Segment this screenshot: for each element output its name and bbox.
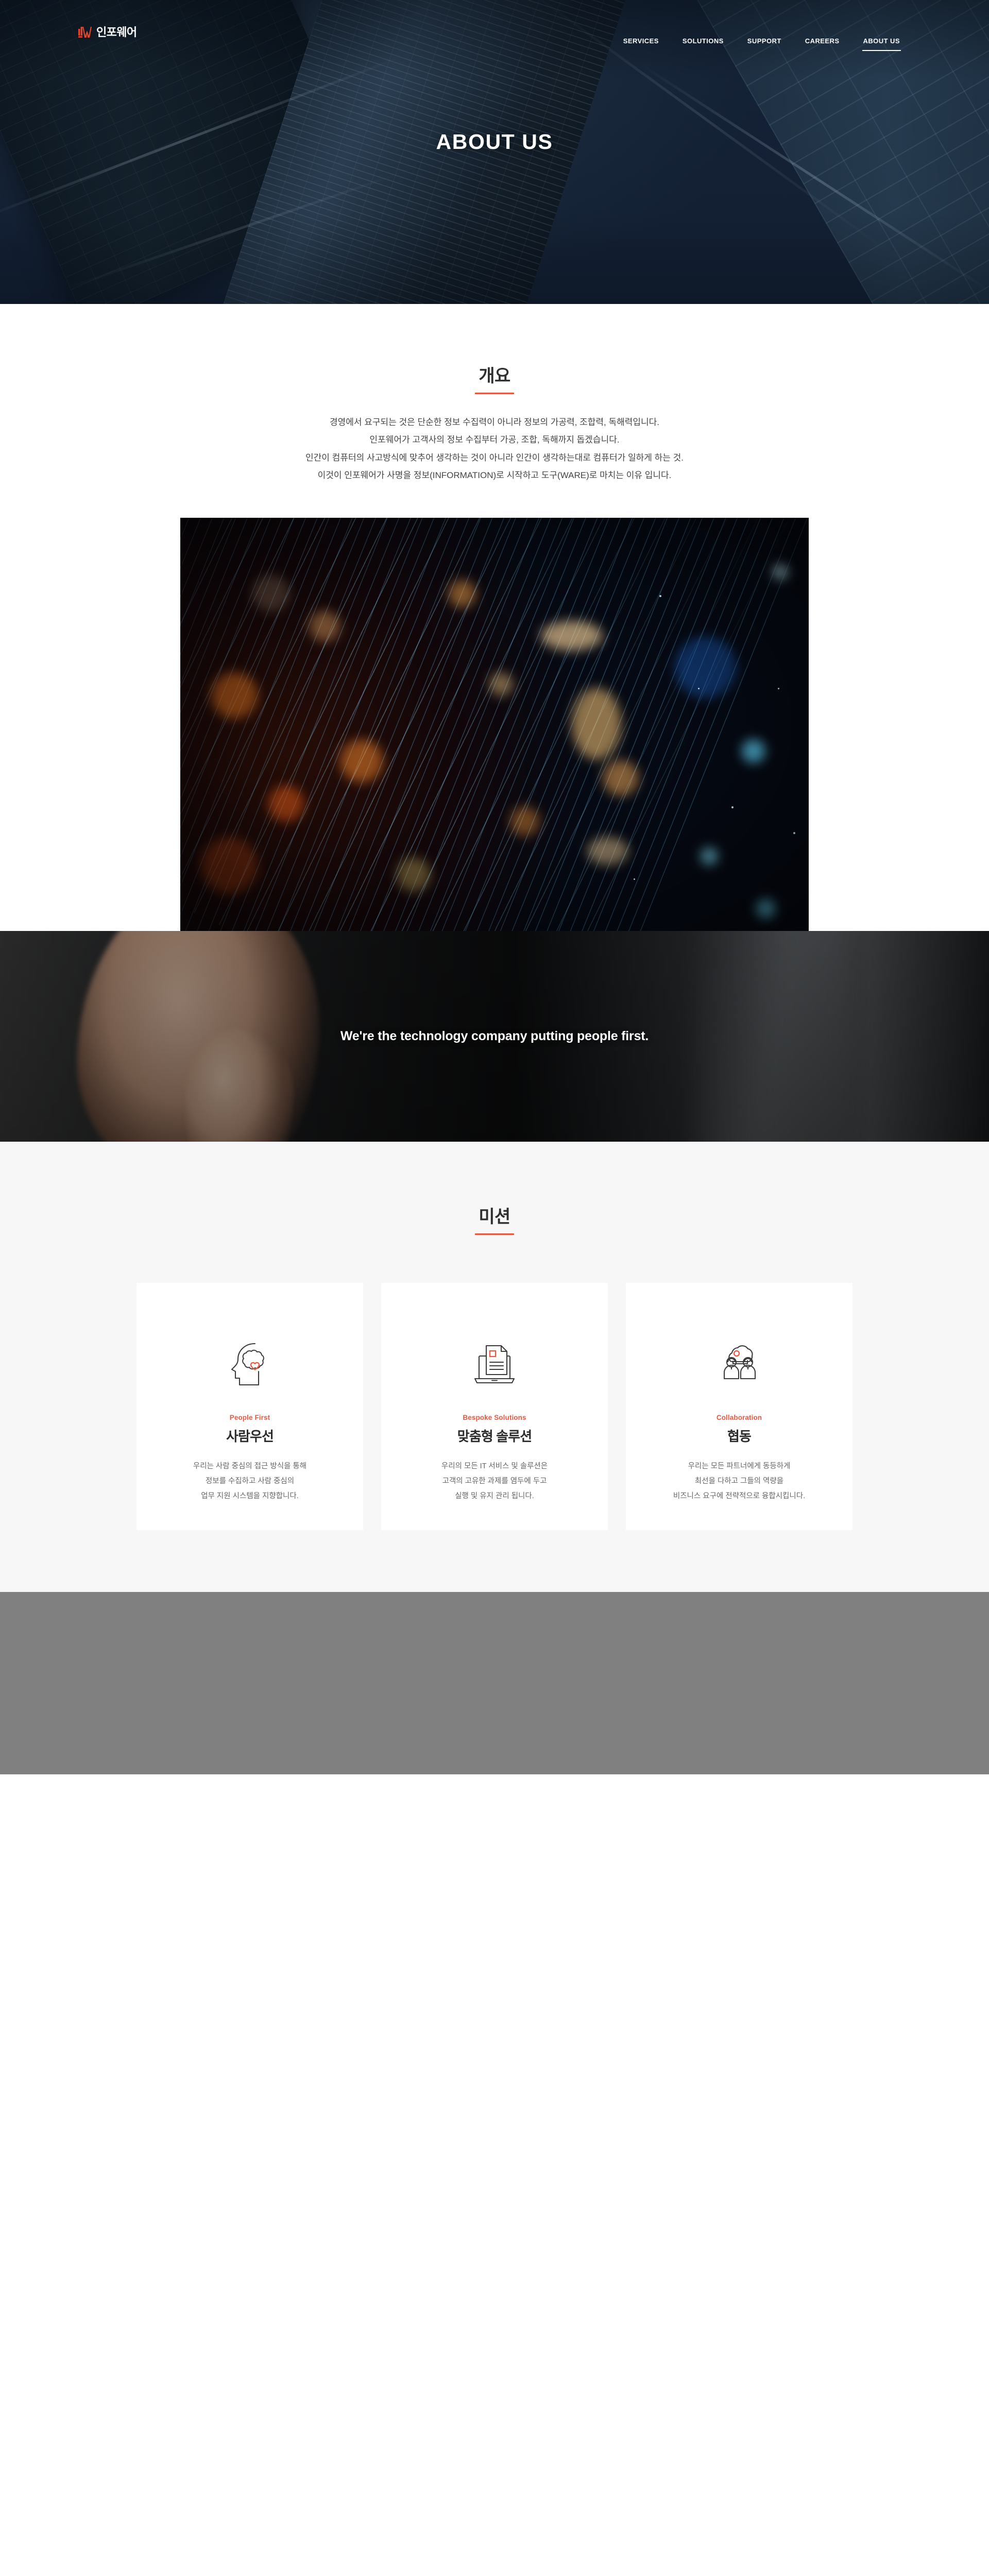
brand-name: 인포웨어 xyxy=(96,25,137,39)
mission-heading-block: 미션 xyxy=(0,1207,989,1235)
laptop-document-icon xyxy=(474,1345,515,1383)
head-brain-heart-icon xyxy=(231,1343,264,1385)
overview-line-1: 경영에서 요구되는 것은 단순한 정보 수집력이 아니라 정보의 가공력, 조합… xyxy=(329,417,660,427)
card-desc-line: 정보를 수집하고 사람 중심의 xyxy=(205,1477,295,1485)
iw-logo-icon xyxy=(78,27,92,38)
card-desc-line: 최선을 다하고 그들의 역량을 xyxy=(694,1477,784,1485)
mission-card-people-first[interactable]: People First 사람우선 우리는 사람 중심의 접근 방식을 통해 정… xyxy=(137,1282,363,1530)
overview-line-2: 인포웨어가 고객사의 정보 수집부터 가공, 조합, 독해까지 돕겠습니다. xyxy=(369,435,620,445)
hero-section: 인포웨어 SERVICES SOLUTIONS SUPPORT CAREERS … xyxy=(0,0,989,304)
overview-section: 개요 경영에서 요구되는 것은 단순한 정보 수집력이 아니라 정보의 가공력,… xyxy=(0,304,989,931)
nav-item-solutions[interactable]: SOLUTIONS xyxy=(671,37,736,45)
mission-card-en-label: Bespoke Solutions xyxy=(463,1413,526,1421)
card-desc-line: 고객의 고유한 과제를 염두에 두고 xyxy=(442,1477,547,1485)
card-desc-line: 업무 지원 시스템을 지향합니다. xyxy=(201,1492,299,1501)
overview-image-wrapper xyxy=(0,517,989,931)
overview-heading-block: 개요 xyxy=(0,366,989,394)
card-desc-line: 우리는 모든 파트너에게 동등하게 xyxy=(688,1462,791,1470)
site-footer: 인포웨어 인포웨어 / 영업,지원 : info@infoware.kr / 세… xyxy=(0,1591,989,1774)
card-desc-line: 우리의 모든 IT 서비스 및 솔루션은 xyxy=(441,1462,548,1470)
mission-card-description: 우리의 모든 IT 서비스 및 솔루션은 고객의 고유한 과제를 염두에 두고 … xyxy=(441,1459,548,1504)
page-title: ABOUT US xyxy=(436,130,553,154)
mission-card-description: 우리는 사람 중심의 접근 방식을 통해 정보를 수집하고 사람 중심의 업무 … xyxy=(193,1459,306,1504)
site-header: 인포웨어 SERVICES SOLUTIONS SUPPORT CAREERS … xyxy=(0,0,989,51)
mission-card-bespoke-solutions[interactable]: Bespoke Solutions 맞춤형 솔루션 우리의 모든 IT 서비스 … xyxy=(381,1282,608,1530)
mission-card-ko-title: 맞춤형 솔루션 xyxy=(457,1428,532,1444)
mission-cards: People First 사람우선 우리는 사람 중심의 접근 방식을 통해 정… xyxy=(137,1282,852,1530)
mission-card-ko-title: 사람우선 xyxy=(226,1428,274,1444)
people-first-banner: We're the technology company putting peo… xyxy=(0,930,989,1142)
main-navigation: SERVICES SOLUTIONS SUPPORT CAREERS ABOUT… xyxy=(611,37,912,51)
card-desc-line: 실행 및 유지 관리 됩니다. xyxy=(455,1492,534,1501)
mission-card-collaboration[interactable]: Collaboration 협동 우리는 모든 파트너에게 동등하게 최선을 다… xyxy=(626,1282,852,1530)
logo[interactable]: 인포웨어 xyxy=(78,26,137,39)
nav-item-services[interactable]: SERVICES xyxy=(611,37,671,45)
mission-card-en-label: Collaboration xyxy=(716,1413,762,1421)
nav-item-careers[interactable]: CAREERS xyxy=(793,37,851,45)
abstract-data-network-image xyxy=(180,517,809,931)
two-people-cloud-icon xyxy=(723,1345,756,1379)
mission-card-description: 우리는 모든 파트너에게 동등하게 최선을 다하고 그들의 역량을 비즈니스 요… xyxy=(673,1459,805,1504)
mission-section: 미션 People First 사람우선 우리는 사람 중심의 접근 방식을 통… xyxy=(0,1141,989,1592)
mission-title: 미션 xyxy=(479,1207,510,1235)
mission-card-ko-title: 협동 xyxy=(727,1428,752,1444)
mission-card-en-label: People First xyxy=(229,1413,270,1421)
nav-item-about-us[interactable]: ABOUT US xyxy=(851,37,912,51)
card-desc-line: 우리는 사람 중심의 접근 방식을 통해 xyxy=(193,1462,307,1470)
overview-title: 개요 xyxy=(479,366,510,394)
banner-headline: We're the technology company putting peo… xyxy=(340,1028,649,1043)
card-desc-line: 비즈니스 요구에 전략적으로 융합시킵니다. xyxy=(673,1492,806,1501)
overview-line-4: 이것이 인포웨어가 사명을 정보(INFORMATION)로 시작하고 도구(W… xyxy=(317,470,672,481)
overview-paragraph: 경영에서 요구되는 것은 단순한 정보 수집력이 아니라 정보의 가공력, 조합… xyxy=(0,414,989,485)
overview-line-3: 인간이 컴퓨터의 사고방식에 맞추어 생각하는 것이 아니라 인간이 생각하는대… xyxy=(305,452,684,463)
nav-item-support[interactable]: SUPPORT xyxy=(736,37,793,45)
